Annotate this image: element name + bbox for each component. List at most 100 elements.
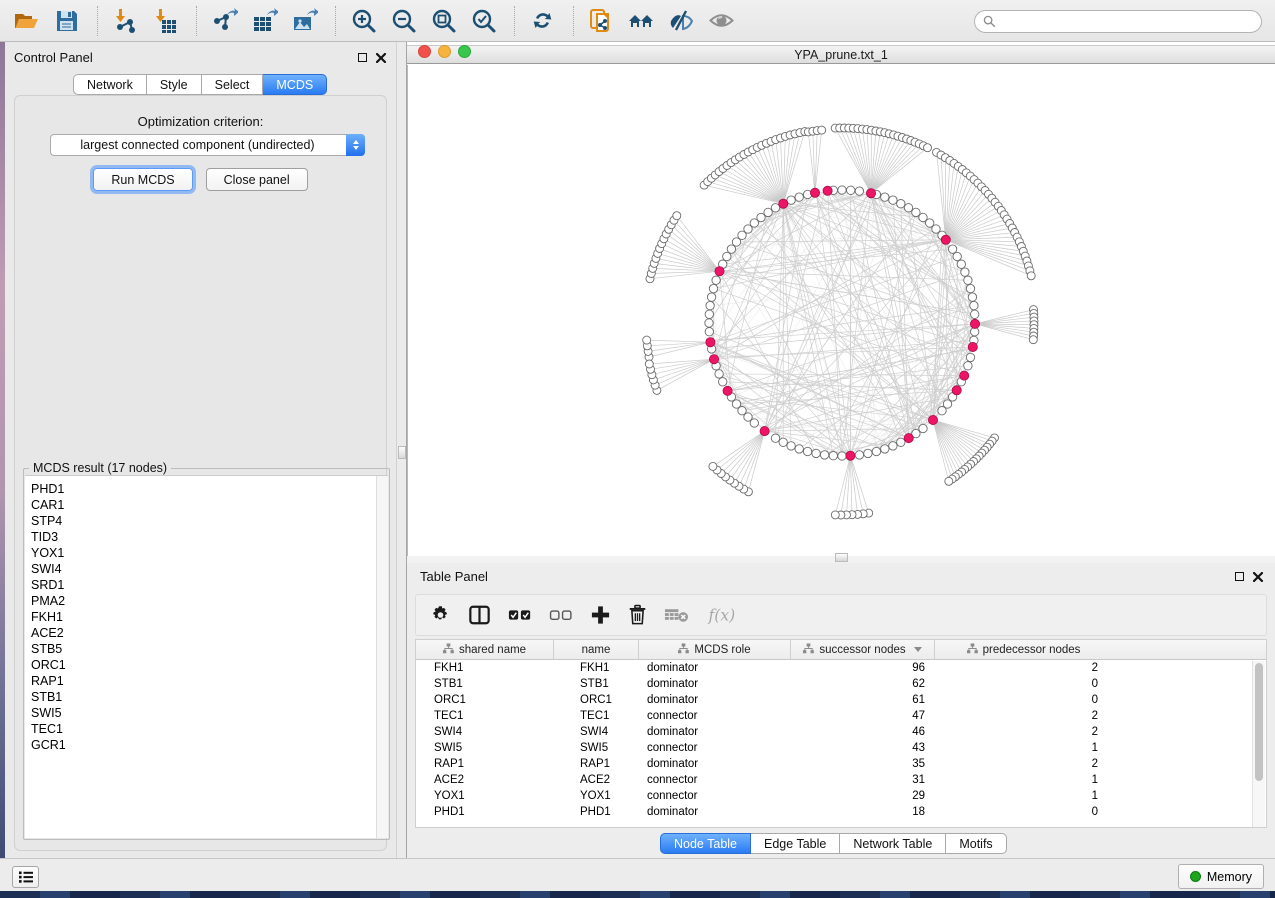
close-icon — [376, 53, 386, 63]
toggle-panel-layout-button[interactable] — [468, 604, 491, 626]
toolbar-separator — [196, 6, 197, 36]
network-frame-titlebar[interactable]: YPA_prune.txt_1 — [407, 45, 1275, 64]
network-canvas[interactable] — [407, 65, 1275, 556]
table-tabs: Node TableEdge TableNetwork TableMotifs — [660, 833, 1007, 854]
table-row[interactable]: TEC1TEC1connector472 — [416, 708, 1266, 724]
result-list-scrollbar[interactable] — [376, 476, 388, 838]
zoom-in-button[interactable] — [345, 4, 381, 38]
vertical-splitter-grip[interactable] — [398, 446, 406, 459]
vertical-splitter[interactable] — [396, 42, 407, 858]
table-row[interactable]: SWI5SWI5connector431 — [416, 740, 1266, 756]
result-node-item[interactable]: FKH1 — [31, 609, 376, 625]
tab-select[interactable]: Select — [202, 74, 264, 95]
close-window-button[interactable] — [418, 45, 431, 58]
table-panel-float-button[interactable] — [1235, 572, 1244, 581]
first-neighbors-button[interactable] — [623, 4, 659, 38]
table-row[interactable]: SWI4SWI4dominator462 — [416, 724, 1266, 740]
tab-mcds[interactable]: MCDS — [263, 74, 327, 95]
network-graph[interactable] — [408, 65, 1274, 556]
result-node-item[interactable]: SWI4 — [31, 561, 376, 577]
table-row[interactable]: ORC1ORC1dominator610 — [416, 692, 1266, 708]
zoom-fit-button[interactable] — [425, 4, 461, 38]
table-scrollbar[interactable] — [1252, 661, 1265, 827]
result-node-item[interactable]: TID3 — [31, 529, 376, 545]
show-all-button[interactable] — [703, 4, 739, 38]
table-row[interactable]: YOX1YOX1connector291 — [416, 788, 1266, 804]
optimization-criterion-select[interactable]: largest connected component (undirected) — [50, 134, 365, 156]
column-header-successor-nodes[interactable]: successor nodes — [791, 640, 935, 659]
status-menu-button[interactable] — [12, 866, 39, 888]
table-scrollbar-thumb[interactable] — [1255, 663, 1263, 781]
result-node-item[interactable]: ACE2 — [31, 625, 376, 641]
horizontal-splitter-grip[interactable] — [835, 553, 848, 562]
delete-table-button — [664, 604, 689, 626]
result-node-item[interactable]: SWI5 — [31, 705, 376, 721]
export-image-button[interactable] — [286, 4, 322, 38]
tab-network[interactable]: Network — [73, 74, 147, 95]
fx-icon: f(x) — [706, 604, 744, 626]
deselect-all-rows-button[interactable] — [549, 604, 573, 626]
control-panel-close-button[interactable] — [376, 53, 386, 63]
column-header-shared-name[interactable]: shared name — [416, 640, 554, 659]
table-toolbar: f(x) — [415, 594, 1267, 636]
table-row[interactable]: ACE2ACE2connector311 — [416, 772, 1266, 788]
result-node-item[interactable]: CAR1 — [31, 497, 376, 513]
close-panel-button[interactable]: Close panel — [206, 168, 308, 191]
tab-style[interactable]: Style — [147, 74, 202, 95]
hide-selected-button[interactable] — [663, 4, 699, 38]
mcds-result-list[interactable]: PHD1CAR1STP4TID3YOX1SWI4SRD1PMA2FKH1ACE2… — [25, 475, 388, 838]
import-table-button[interactable] — [147, 4, 183, 38]
table-panel-close-button[interactable] — [1253, 572, 1263, 582]
apply-layout-button[interactable] — [524, 4, 560, 38]
zoom-selected-button[interactable] — [465, 4, 501, 38]
result-node-item[interactable]: STB5 — [31, 641, 376, 657]
open-session-button[interactable] — [8, 4, 44, 38]
result-node-item[interactable]: STP4 — [31, 513, 376, 529]
table-cell: 1 — [935, 742, 1112, 754]
result-node-item[interactable]: PMA2 — [31, 593, 376, 609]
result-node-item[interactable]: ORC1 — [31, 657, 376, 673]
result-node-item[interactable]: TEC1 — [31, 721, 376, 737]
table-row[interactable]: PHD1PHD1dominator180 — [416, 804, 1266, 820]
table-row[interactable]: STB1STB1dominator620 — [416, 676, 1266, 692]
deselect-all-icon — [549, 604, 573, 626]
save-session-button[interactable] — [48, 4, 84, 38]
table-cell: SWI4 — [416, 726, 554, 738]
table-tab-node-table[interactable]: Node Table — [660, 833, 751, 854]
plus-icon — [590, 604, 611, 626]
select-all-rows-button[interactable] — [508, 604, 532, 626]
clone-network-button[interactable] — [583, 4, 619, 38]
search-box[interactable] — [974, 10, 1262, 33]
result-node-item[interactable]: SRD1 — [31, 577, 376, 593]
table-cell: PHD1 — [554, 806, 639, 818]
zoom-out-button[interactable] — [385, 4, 421, 38]
export-table-button[interactable] — [246, 4, 282, 38]
add-column-button[interactable] — [590, 604, 611, 626]
result-node-item[interactable]: YOX1 — [31, 545, 376, 561]
table-tab-motifs[interactable]: Motifs — [946, 833, 1006, 854]
table-row[interactable]: FKH1FKH1dominator962 — [416, 660, 1266, 676]
table-cell: SWI5 — [554, 742, 639, 754]
column-header-MCDS-role[interactable]: MCDS role — [639, 640, 791, 659]
search-input[interactable] — [996, 15, 1261, 29]
run-mcds-button[interactable]: Run MCDS — [93, 168, 192, 191]
result-node-item[interactable]: PHD1 — [31, 481, 376, 497]
control-panel-float-button[interactable] — [358, 53, 367, 62]
table-tab-network-table[interactable]: Network Table — [840, 833, 946, 854]
table-row[interactable]: RAP1RAP1dominator352 — [416, 756, 1266, 772]
horizontal-splitter[interactable] — [407, 556, 1275, 563]
minimize-window-button[interactable] — [438, 45, 451, 58]
result-node-item[interactable]: GCR1 — [31, 737, 376, 753]
table-settings-button[interactable] — [430, 604, 451, 626]
table-tab-edge-table[interactable]: Edge Table — [751, 833, 840, 854]
delete-column-button[interactable] — [628, 604, 647, 626]
maximize-window-button[interactable] — [458, 45, 471, 58]
column-header-predecessor-nodes[interactable]: predecessor nodes — [935, 640, 1112, 659]
memory-button[interactable]: Memory — [1178, 864, 1264, 889]
search-icon — [983, 15, 996, 28]
import-network-button[interactable] — [107, 4, 143, 38]
result-node-item[interactable]: RAP1 — [31, 673, 376, 689]
column-header-name[interactable]: name — [554, 640, 639, 659]
result-node-item[interactable]: STB1 — [31, 689, 376, 705]
export-network-button[interactable] — [206, 4, 242, 38]
